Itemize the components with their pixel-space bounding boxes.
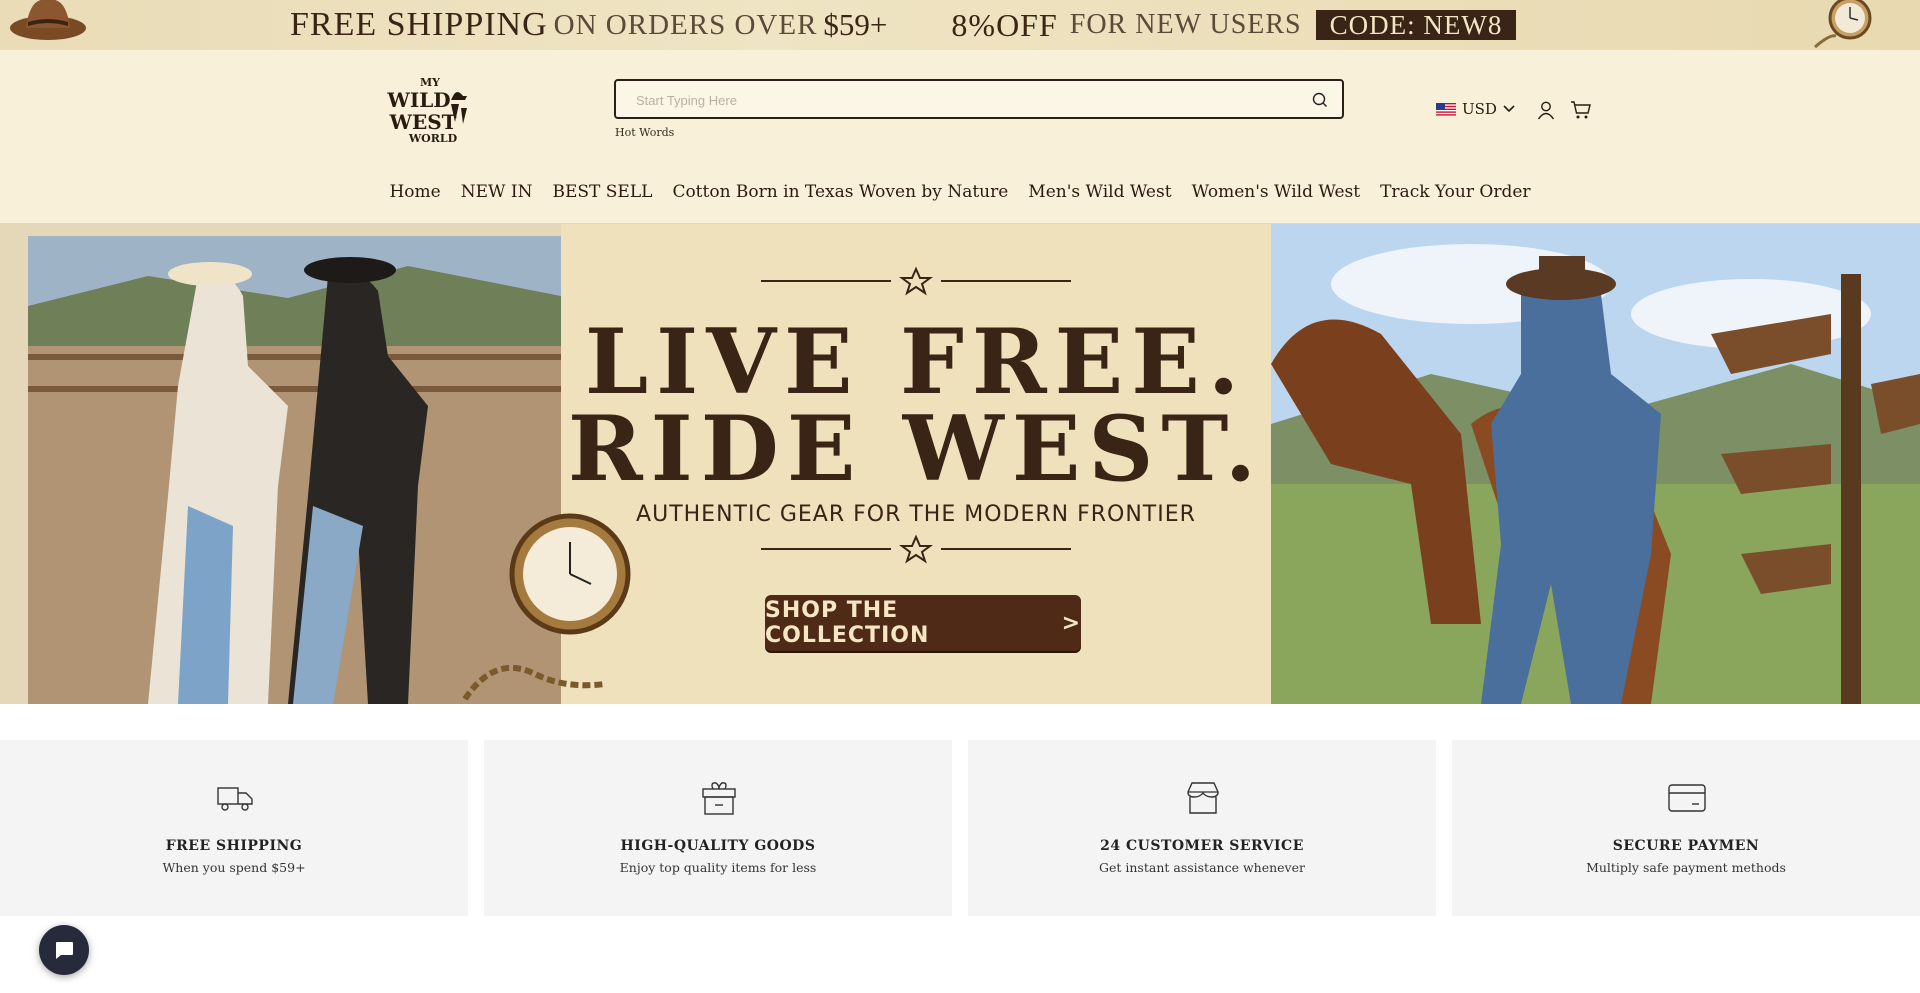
search-input[interactable] [636, 89, 1276, 111]
currency-label: USD [1462, 100, 1497, 118]
hero-text-panel: LIVE FREE. RIDE WEST. AUTHENTIC GEAR FOR… [561, 224, 1271, 704]
promo-free-shipping: FREE SHIPPING [290, 6, 548, 43]
hot-words-label: Hot Words [615, 126, 675, 139]
search-icon[interactable] [1310, 90, 1330, 110]
svg-text:WEST: WEST [388, 110, 456, 134]
hero-title-line2: RIDE WEST. [567, 396, 1265, 502]
cart-icon[interactable] [1570, 100, 1592, 120]
promo-banner[interactable]: FREE SHIPPING ON ORDERS OVER $59+ 8%OFF … [0, 0, 1920, 50]
feature-desc: Get instant assistance whenever [1099, 860, 1305, 875]
chevron-right-icon: > [1061, 610, 1081, 636]
star-ornament-top [761, 266, 1071, 296]
feature-title: HIGH-QUALITY GOODS [620, 838, 816, 854]
feature-card-service: 24 CUSTOMER SERVICE Get instant assistan… [968, 740, 1436, 916]
promo-for-new-users: FOR NEW USERS [1069, 9, 1302, 40]
svg-text:WORLD: WORLD [408, 132, 458, 145]
nav-womens-wild-west[interactable]: Women's Wild West [1182, 182, 1371, 202]
us-flag-icon [1436, 102, 1456, 116]
nav-new-in[interactable]: NEW IN [451, 182, 543, 202]
nav-track-your-order[interactable]: Track Your Order [1370, 182, 1540, 202]
gift-box-icon [702, 782, 736, 815]
feature-card-shipping: FREE SHIPPING When you spend $59+ [0, 740, 468, 916]
feature-title: SECURE PAYMEN [1612, 838, 1760, 854]
feature-title: 24 CUSTOMER SERVICE [1100, 838, 1304, 854]
feature-desc: Enjoy top quality items for less [619, 860, 817, 875]
chat-widget-button[interactable] [39, 925, 89, 975]
site-logo[interactable]: MY WILD WEST WORLD [385, 74, 475, 146]
hero-image-cowboy-horse [1271, 224, 1920, 704]
account-icon[interactable] [1536, 100, 1556, 120]
feature-title: FREE SHIPPING [165, 838, 303, 854]
cowboy-hat-icon [10, 0, 86, 40]
truck-icon [217, 787, 253, 811]
nav-best-sell[interactable]: BEST SELL [543, 182, 663, 202]
site-header: MY WILD WEST WORLD Hot Words USD [0, 50, 1920, 224]
credit-card-icon [1668, 784, 1706, 812]
search-bar [614, 79, 1344, 119]
star-ornament-bottom [761, 534, 1071, 564]
svg-text:WILD: WILD [386, 88, 450, 112]
promo-discount: 8%OFF [951, 6, 1058, 43]
feature-desc: When you spend $59+ [162, 860, 306, 875]
feature-card-quality: HIGH-QUALITY GOODS Enjoy top quality ite… [484, 740, 952, 916]
feature-card-payment: SECURE PAYMEN Multiply safe payment meth… [1452, 740, 1920, 916]
chevron-down-icon [1503, 105, 1515, 113]
promo-text: FREE SHIPPING ON ORDERS OVER $59+ 8%OFF … [290, 5, 1517, 45]
store-icon [1187, 782, 1219, 814]
shop-collection-label: SHOP THE COLLECTION [765, 598, 930, 648]
hero-banner[interactable]: LIVE FREE. RIDE WEST. AUTHENTIC GEAR FOR… [0, 224, 1920, 704]
promo-on-orders-over: ON ORDERS OVER [553, 8, 818, 41]
pocket-watch-icon [1814, 0, 1872, 49]
promo-code: CODE: NEW8 [1315, 10, 1517, 40]
shop-collection-button[interactable]: SHOP THE COLLECTION > [765, 595, 1081, 651]
nav-home[interactable]: Home [379, 182, 450, 202]
hero-subtitle: AUTHENTIC GEAR FOR THE MODERN FRONTIER [636, 502, 1196, 527]
promo-amount: $59+ [823, 7, 888, 42]
feature-desc: Multiply safe payment methods [1586, 860, 1786, 875]
features-row: FREE SHIPPING When you spend $59+ HIGH-Q… [0, 740, 1920, 916]
main-nav: Home NEW IN BEST SELL Cotton Born in Tex… [0, 182, 1920, 202]
chat-bubble-icon [56, 942, 73, 959]
nav-mens-wild-west[interactable]: Men's Wild West [1018, 182, 1181, 202]
currency-selector[interactable]: USD [1436, 98, 1515, 120]
pocket-watch-illustration [462, 513, 631, 701]
nav-cotton-born-in-texas[interactable]: Cotton Born in Texas Woven by Nature [662, 182, 1018, 202]
